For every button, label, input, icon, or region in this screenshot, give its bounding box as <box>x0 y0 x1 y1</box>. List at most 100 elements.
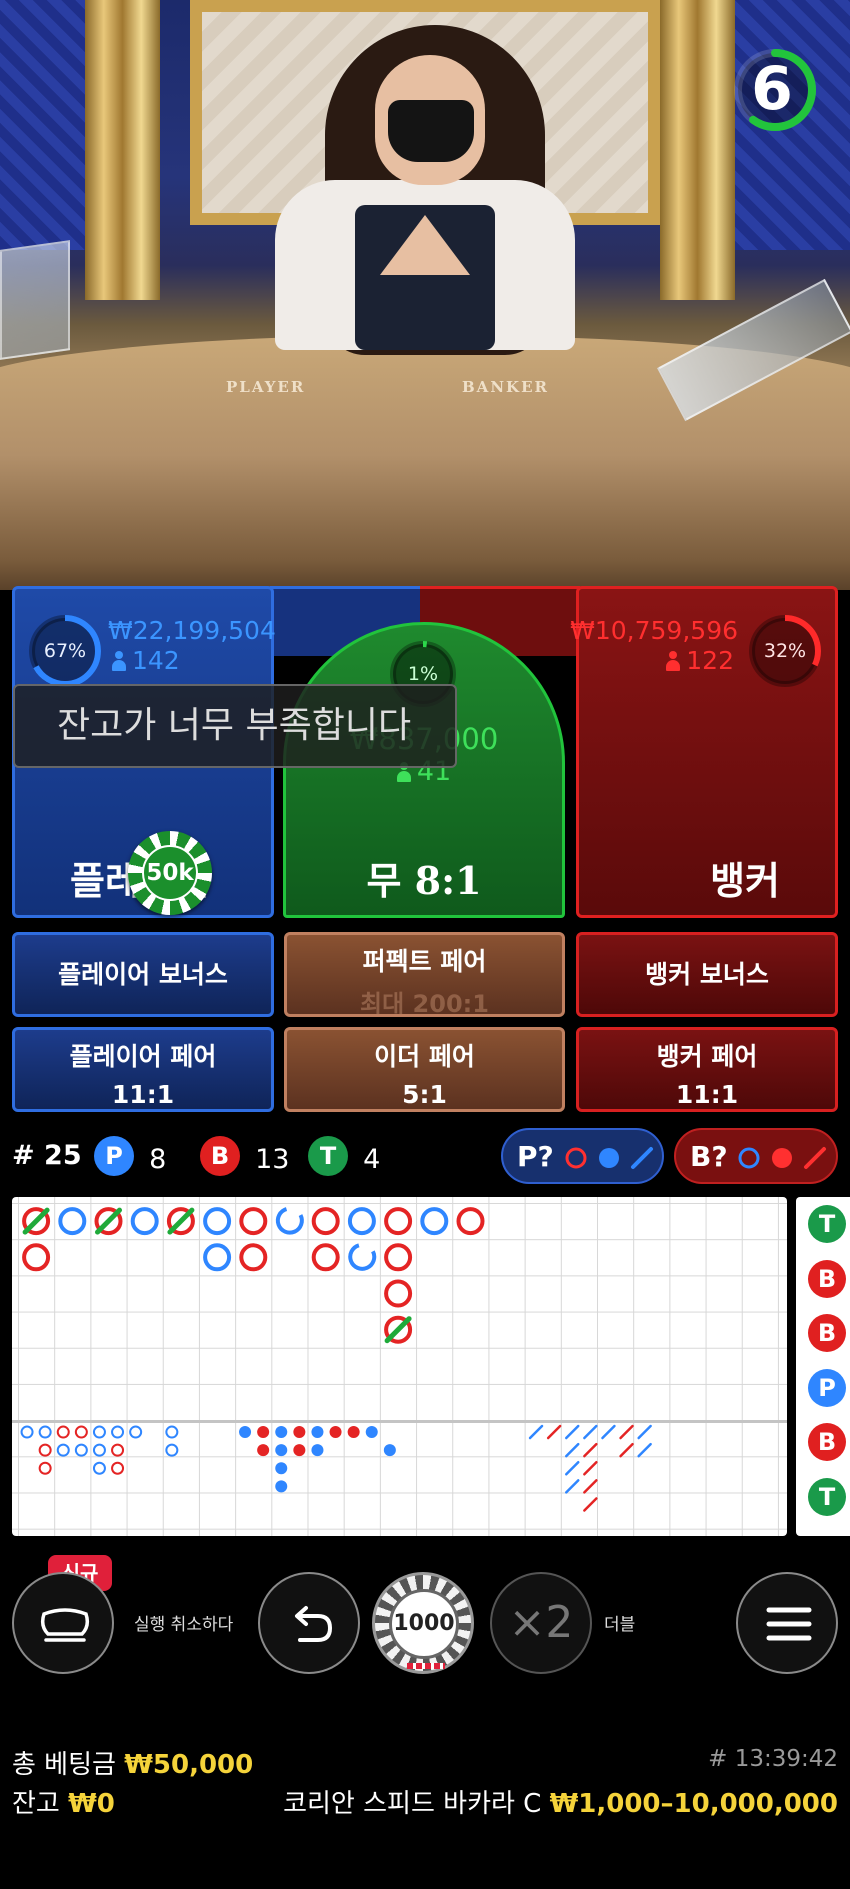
live-video-feed: PLAYER BANKER <box>0 0 850 590</box>
big-road-mark <box>311 1243 340 1272</box>
cockroach-road-mark <box>619 1442 634 1458</box>
cockroach-road-mark <box>528 1424 544 1440</box>
big-eye-road-mark <box>92 1425 106 1439</box>
cockroach-road-mark <box>619 1424 634 1440</box>
table-word-player: PLAYER <box>226 378 306 396</box>
big-road-mark <box>384 1279 413 1308</box>
card-holder <box>0 240 70 360</box>
placed-chip-value: 50k <box>142 845 198 901</box>
cockroach-road-mark <box>583 1497 598 1512</box>
big-road-mark <box>456 1207 485 1236</box>
cockroach-road-mark <box>565 1442 580 1458</box>
menu-button[interactable] <box>736 1572 838 1674</box>
banker-prediction-button[interactable]: B? <box>674 1128 838 1184</box>
pillar-right <box>660 0 735 300</box>
undo-icon <box>295 1606 333 1642</box>
small-road-mark <box>329 1426 342 1439</box>
player-total-amount: ₩22,199,504 <box>108 616 276 645</box>
table-icon <box>40 1608 90 1642</box>
banker-percent: 32% <box>763 640 807 662</box>
player-prediction-icons <box>565 1147 653 1169</box>
big-road-mark <box>275 1207 304 1235</box>
tie-badge: T <box>308 1136 348 1176</box>
big-road-mark <box>348 1243 377 1271</box>
balance-amount: ₩0 <box>68 1789 115 1819</box>
big-eye-road-mark <box>38 1443 52 1457</box>
pillar-left <box>85 0 160 300</box>
round-time: # 13:39:42 <box>708 1746 838 1772</box>
big-eye-road-mark <box>111 1425 125 1439</box>
cockroach-road-mark <box>565 1424 580 1440</box>
small-road-mark <box>275 1426 288 1439</box>
big-eye-road-mark <box>56 1425 70 1439</box>
player-prediction-button[interactable]: P? <box>501 1128 664 1184</box>
small-road-mark <box>257 1426 270 1439</box>
cockroach-road-mark <box>583 1479 598 1494</box>
big-road-mark <box>203 1243 232 1272</box>
balance: 잔고 ₩0 <box>12 1783 115 1820</box>
perfect-pair-button[interactable]: 퍼펙트 페어 최대 200:1 <box>284 932 565 1018</box>
either-pair-button[interactable]: 이더 페어 5:1 <box>284 1027 565 1112</box>
undo-button[interactable] <box>258 1572 360 1674</box>
small-road-mark <box>383 1444 396 1457</box>
player-prediction-label: P? <box>517 1140 554 1173</box>
player-bettor-count: 142 <box>112 646 180 675</box>
cockroach-road-mark <box>637 1424 652 1440</box>
total-bet-amount: ₩50,000 <box>124 1750 254 1780</box>
table-view-button[interactable] <box>12 1572 114 1674</box>
big-road-mark <box>130 1207 159 1236</box>
banker-prediction-icons <box>738 1147 826 1169</box>
player-percent: 67% <box>43 640 87 662</box>
big-road-mark <box>420 1207 449 1236</box>
bead-plate-mark: B <box>808 1423 846 1461</box>
big-eye-road-mark <box>56 1443 70 1457</box>
table-name: 코리안 스피드 바카라 C <box>283 1789 542 1819</box>
bead-plate-mark: B <box>808 1259 846 1298</box>
big-eye-road-mark <box>165 1425 179 1439</box>
double-button[interactable]: ×2 <box>490 1572 592 1674</box>
big-eye-road-mark <box>92 1443 106 1457</box>
small-road-mark <box>239 1426 252 1439</box>
big-road-mark <box>58 1207 87 1236</box>
small-road-mark <box>293 1444 306 1457</box>
banker-total-amount: ₩10,759,596 <box>570 616 738 645</box>
countdown-timer: 6 <box>732 30 818 148</box>
scoreboard-roadmap[interactable] <box>12 1197 787 1536</box>
bead-plate-mark: T <box>808 1205 846 1243</box>
player-bonus-button[interactable]: 플레이어 보너스 <box>12 932 274 1017</box>
either-pair-payout: 5:1 <box>402 1080 447 1109</box>
player-pair-payout: 11:1 <box>111 1080 175 1109</box>
banker-prediction-label: B? <box>690 1140 728 1173</box>
roadmap-marks <box>20 1207 652 1512</box>
perfect-pair-label: 퍼펙트 페어 <box>362 947 487 976</box>
bead-plate-column[interactable]: TBBPBT <box>796 1197 850 1536</box>
insufficient-balance-toast: 잔고가 너무 부족합니다 <box>13 684 457 768</box>
small-road-mark <box>275 1444 288 1457</box>
player-badge: P <box>94 1136 134 1176</box>
cockroach-road-mark <box>565 1461 580 1476</box>
double-label: 더블 <box>604 1615 636 1635</box>
big-road-mark <box>384 1207 413 1236</box>
small-road-mark <box>275 1462 288 1475</box>
cockroach-road-mark <box>583 1461 598 1476</box>
cockroach-road-mark <box>601 1424 616 1440</box>
big-eye-road-mark <box>129 1425 143 1439</box>
banker-pair-button[interactable]: 뱅커 페어 11:1 <box>576 1027 838 1112</box>
tie-wins: T 4 <box>308 1136 380 1176</box>
chip-selector[interactable]: 1000 <box>372 1572 474 1674</box>
banker-percent-ring: 32% <box>746 612 824 690</box>
table-info: 코리안 스피드 바카라 C ₩1,000–10,000,000 <box>283 1783 838 1820</box>
banker-label: 뱅커 <box>710 859 780 903</box>
banker-bonus-button[interactable]: 뱅커 보너스 <box>576 932 838 1017</box>
big-eye-road-mark <box>74 1443 88 1457</box>
player-pair-button[interactable]: 플레이어 페어 11:1 <box>12 1027 274 1112</box>
total-bet-label: 총 베팅금 <box>12 1750 116 1780</box>
balance-label: 잔고 <box>12 1789 60 1819</box>
banker-badge: B <box>200 1136 240 1176</box>
banker-pair-label: 뱅커 페어 <box>656 1042 758 1071</box>
small-road-mark <box>365 1426 378 1439</box>
round-number: # 25 <box>12 1140 82 1171</box>
big-eye-road-mark <box>111 1461 125 1475</box>
small-road-mark <box>293 1426 306 1439</box>
table-limits: ₩1,000–10,000,000 <box>549 1789 838 1819</box>
